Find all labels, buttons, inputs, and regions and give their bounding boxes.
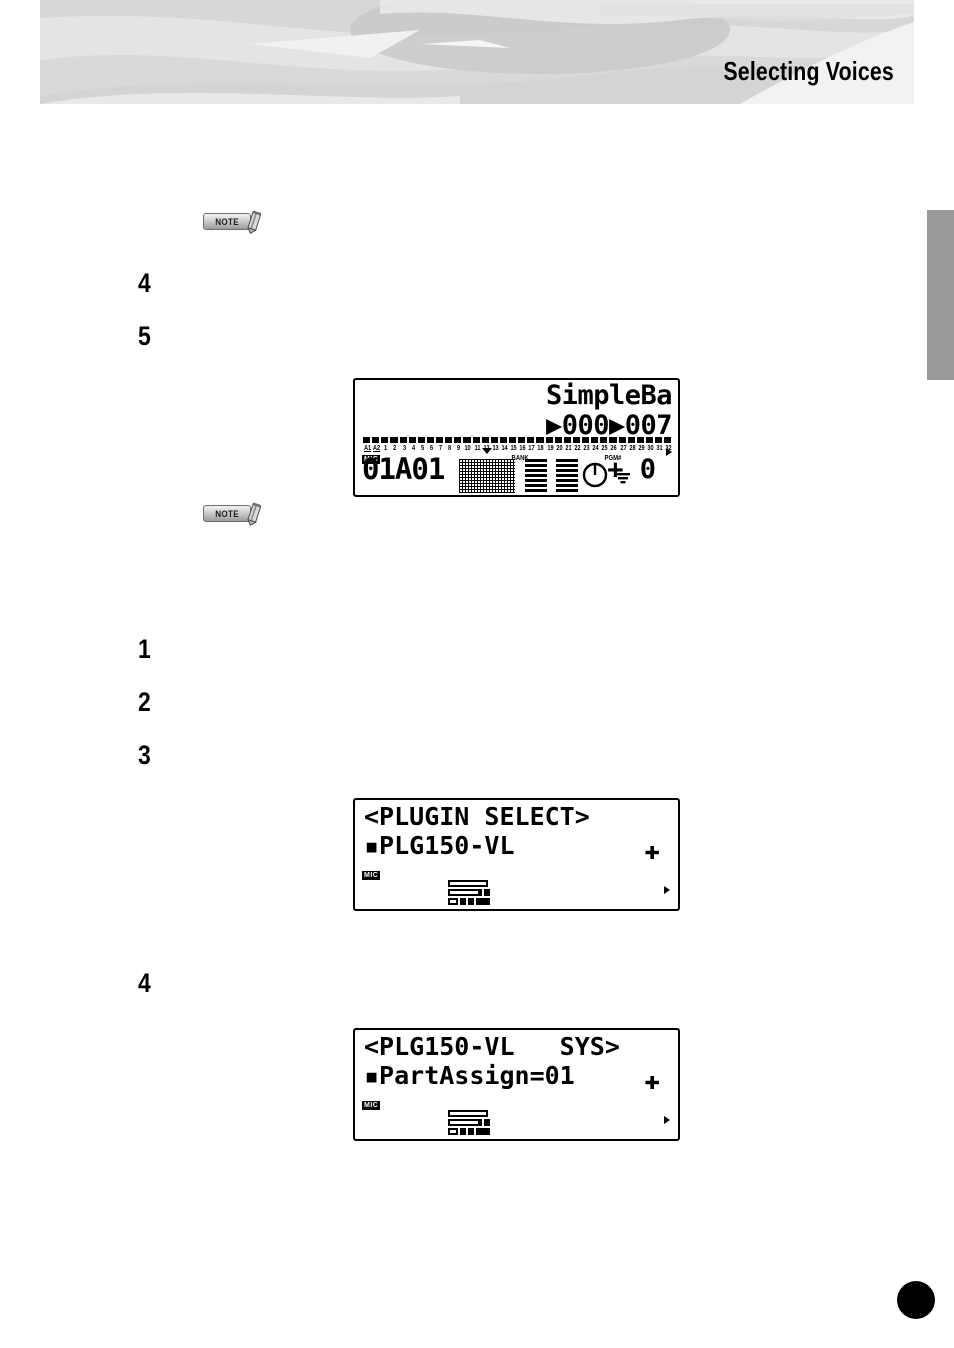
lcd-part-number: 31 bbox=[656, 445, 663, 452]
note-badge: NOTE bbox=[203, 213, 251, 230]
pencil-icon bbox=[247, 502, 261, 526]
note-label: NOTE bbox=[215, 216, 239, 227]
lcd-level-meter-2-icon bbox=[556, 459, 578, 492]
lcd-mic-indicator: MIC bbox=[362, 1101, 381, 1110]
lcd-part-number: 18 bbox=[537, 445, 545, 452]
step-number: 1 bbox=[138, 634, 151, 664]
lcd-part-number: 15 bbox=[510, 445, 517, 452]
lcd-part-number: 27 bbox=[619, 445, 627, 452]
lcd-cursor-cross-icon: ✚ bbox=[644, 836, 660, 866]
lcd-plg-sys-display: <PLG150-VL SYS> ▪PartAssign=01 ✚ MIC bbox=[353, 1028, 680, 1141]
note-label: NOTE bbox=[215, 508, 239, 519]
lcd-knob-icon bbox=[582, 462, 608, 488]
lcd-plugin-select-value: ▪PLG150-VL bbox=[364, 831, 515, 860]
lcd-plugin-select-title: <PLUGIN SELECT> bbox=[364, 802, 590, 831]
lcd-part-number: 24 bbox=[592, 445, 599, 452]
lcd-more-arrow-icon bbox=[664, 1116, 670, 1124]
lcd-plugin-board-icon bbox=[448, 880, 490, 905]
lcd-more-arrow-icon bbox=[666, 448, 672, 456]
lcd-part-number: 20 bbox=[556, 445, 563, 452]
lcd-part-number: 30 bbox=[647, 445, 654, 452]
lcd-part-number: 21 bbox=[565, 445, 572, 452]
step-number: 4 bbox=[138, 968, 151, 998]
step-number: 5 bbox=[138, 321, 151, 351]
lcd-part-number: 29 bbox=[638, 445, 645, 452]
lcd-plg-sys-title: <PLG150-VL SYS> bbox=[364, 1032, 620, 1061]
lcd-voice-name: SimpleBa bbox=[545, 380, 673, 411]
lcd-part-number: 8 bbox=[448, 445, 452, 452]
banner-artwork bbox=[40, 0, 914, 104]
lcd-part-number: 10 bbox=[464, 445, 472, 452]
lcd-part-number: 25 bbox=[601, 445, 608, 452]
lcd-part-number: 22 bbox=[574, 445, 581, 452]
lcd-more-arrow-icon bbox=[664, 886, 670, 894]
page-title: Selecting Voices bbox=[723, 56, 894, 86]
lcd-part-id: 01A01 bbox=[362, 452, 445, 486]
chapter-thumb-tab[interactable] bbox=[927, 210, 954, 380]
manual-page: Selecting Voices NOTE 4 5 SimpleBa ▶000▶… bbox=[0, 0, 954, 1348]
step-number: 3 bbox=[138, 740, 151, 770]
note-pencil-icon: NOTE bbox=[203, 210, 265, 234]
lcd-cursor-cross-icon: ✚ bbox=[644, 1066, 660, 1096]
lcd-plg-sys-value: ▪PartAssign=01 bbox=[364, 1061, 575, 1090]
lcd-bank-pgm-values: ▶000▶007 bbox=[546, 412, 673, 439]
lcd-transpose-value: + 0 bbox=[607, 454, 656, 485]
page-number-dot bbox=[897, 1281, 935, 1319]
page-header-banner: Selecting Voices bbox=[40, 0, 914, 104]
lcd-part-number: 13 bbox=[492, 445, 499, 452]
note-badge: NOTE bbox=[203, 505, 251, 522]
pencil-icon bbox=[247, 210, 261, 234]
lcd-part-number: 17 bbox=[528, 445, 535, 452]
note-pencil-icon: NOTE bbox=[203, 502, 265, 526]
lcd-level-meter-1-icon bbox=[525, 459, 547, 492]
lcd-part-number: 9 bbox=[457, 445, 461, 452]
step-number: 2 bbox=[138, 687, 151, 717]
lcd-part-number: 14 bbox=[501, 445, 508, 452]
lcd-part-number: 23 bbox=[583, 445, 590, 452]
lcd-plugin-select-display: <PLUGIN SELECT> ▪PLG150-VL ✚ MIC bbox=[353, 798, 680, 911]
step-number: 4 bbox=[138, 268, 151, 298]
lcd-mic-indicator: MIC bbox=[362, 871, 381, 880]
lcd-voice-display: SimpleBa ▶000▶007 A1 A2 1 2 3 4 5 6 7 8 9 10 11 12 13 1… bbox=[353, 378, 680, 497]
lcd-plugin-board-icon bbox=[448, 1110, 490, 1135]
lcd-part-number: 11 bbox=[474, 445, 481, 452]
lcd-part-number: 26 bbox=[610, 445, 618, 452]
lcd-part-number: 19 bbox=[546, 445, 554, 452]
lcd-cursor-marker-icon bbox=[482, 448, 492, 454]
lcd-part-number: 16 bbox=[519, 445, 526, 452]
lcd-waveform-block-icon bbox=[459, 459, 515, 493]
lcd-part-number: 28 bbox=[629, 445, 636, 452]
